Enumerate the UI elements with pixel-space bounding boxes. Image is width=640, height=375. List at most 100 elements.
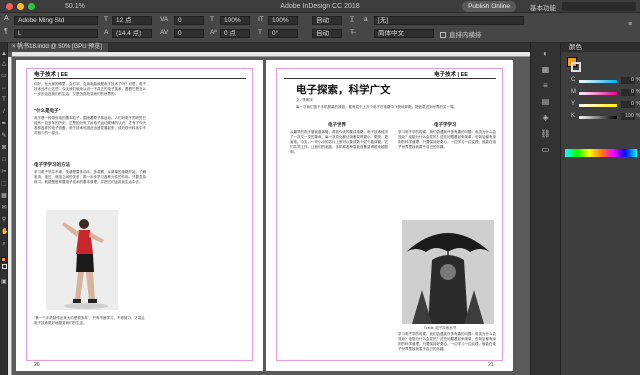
- color-panel-tab[interactable]: 颜色: [561, 43, 640, 52]
- vertical-scale-icon: IT: [258, 16, 264, 23]
- magenta-label: M: [571, 89, 576, 95]
- auto-tracking-select[interactable]: 自动: [312, 29, 342, 38]
- magenta-track[interactable]: [579, 92, 617, 95]
- color-panel-icon[interactable]: ◐: [540, 49, 551, 58]
- checkbox-icon: [440, 32, 446, 39]
- vertical-scale-field[interactable]: 100%: [268, 16, 298, 25]
- font-size-field[interactable]: 12 点: [112, 16, 152, 25]
- character-style-select[interactable]: [无]: [374, 16, 524, 25]
- column-two-text[interactable]: 学习电子学的时候，我们会遇到许多有趣的问题：电流为什么会流动？电阻为什么会发热？…: [398, 130, 498, 214]
- stroke-color-swatch[interactable]: [571, 62, 581, 72]
- dancer-photo[interactable]: [46, 210, 118, 310]
- tracking-icon: VA: [160, 16, 169, 23]
- strikethrough-icon[interactable]: T̶: [350, 29, 354, 36]
- scissors-tool-icon[interactable]: ✂: [1, 169, 7, 175]
- magenta-slider[interactable]: M 0 %: [565, 89, 640, 97]
- cyan-track[interactable]: [579, 80, 617, 83]
- body-text[interactable]: 学习电子学并不难，关键是要多动手、多观察。从简单的电路开始，了解电流、电压、电阻…: [34, 170, 146, 206]
- stroke-panel-icon[interactable]: ≡: [540, 81, 551, 90]
- publish-online-button[interactable]: Publish Online: [462, 1, 516, 12]
- black-value[interactable]: 100: [621, 113, 635, 120]
- line-tool-icon[interactable]: /: [1, 109, 7, 115]
- gap-tool-icon[interactable]: ↔: [1, 85, 7, 91]
- panel-menu-icon[interactable]: ≡: [628, 21, 632, 28]
- maximize-window-button[interactable]: [28, 2, 35, 10]
- close-window-button[interactable]: [6, 2, 13, 10]
- skew-icon: T: [258, 29, 262, 36]
- links-panel-icon[interactable]: ⛓: [540, 129, 551, 138]
- document-tab[interactable]: × 帆书18.indd @ 50% [GPU 预览]: [8, 43, 108, 52]
- left-page[interactable]: 电子技术 | EE 你好，在大家的眼里，会打字、会用电脑就是电子技术了吗？可是，…: [16, 60, 263, 371]
- header-rule: [284, 78, 496, 79]
- baseline-shift-field[interactable]: 0 点: [220, 29, 250, 38]
- paragraph-mode-icon[interactable]: ¶: [4, 28, 8, 35]
- auto-leading-select[interactable]: 自动: [312, 16, 342, 25]
- vertical-ruler[interactable]: [8, 57, 12, 375]
- font-style-select[interactable]: L: [14, 29, 98, 38]
- font-family-select[interactable]: Adobe Ming Std: [14, 16, 98, 25]
- pencil-tool-icon[interactable]: ✎: [1, 133, 7, 139]
- dancer-illustration: [46, 210, 118, 310]
- eyedropper-tool-icon[interactable]: ⚲: [1, 217, 7, 223]
- section-heading: "什么是电子": [34, 108, 61, 113]
- right-page[interactable]: 电子技术 | EE 电子探索，科学广文 文 / 李明宇 每一次我们按下手机屏幕的…: [266, 60, 513, 371]
- type-tool-icon[interactable]: T: [1, 97, 7, 103]
- character-mode-icon[interactable]: A: [4, 15, 9, 22]
- leading-field[interactable]: (14.4 点): [112, 29, 152, 38]
- umbrella-photo[interactable]: [402, 220, 494, 324]
- skew-field[interactable]: 0°: [268, 29, 298, 38]
- tracking-field[interactable]: 0: [174, 16, 204, 25]
- article-title[interactable]: 电子探索，科学广文: [296, 82, 391, 97]
- column-heading: 电子世界: [328, 122, 346, 127]
- pages-panel-icon[interactable]: ▭: [540, 145, 551, 154]
- column-one-text[interactable]: 从最早的电子管到晶体管，再到今天的集成电路，电子技术经历了一次又一次的革命。每一…: [290, 130, 390, 354]
- minimize-window-button[interactable]: [17, 2, 24, 10]
- free-transform-tool-icon[interactable]: ⬚: [1, 181, 7, 187]
- rectangle-tool-icon[interactable]: □: [1, 157, 7, 163]
- workspace-switcher[interactable]: 基本功能: [530, 2, 556, 12]
- direct-selection-tool-icon[interactable]: △: [1, 61, 7, 67]
- layers-panel-icon[interactable]: ◈: [540, 113, 551, 122]
- horizontal-scale-field[interactable]: 100%: [220, 16, 250, 25]
- intro-text[interactable]: 你好，在大家的眼里，会打字、会用电脑就是电子技术了吗？可是，电子技术远不止这些。…: [34, 82, 146, 104]
- stock-search-input[interactable]: [562, 2, 636, 11]
- gradient-tool-icon[interactable]: ▦: [1, 193, 7, 199]
- underline-icon[interactable]: T̲: [350, 16, 354, 23]
- pen-tool-icon[interactable]: ✒: [1, 121, 7, 127]
- cyan-label: C: [571, 77, 576, 83]
- black-slider[interactable]: K 100 %: [565, 113, 640, 121]
- document-tab-label: 帆书18.indd @ 50% [GPU 预览]: [17, 44, 102, 50]
- column-two-continued[interactable]: 学习电子学的时候，我们会遇到许多有趣的问题：电流为什么会流动？电阻为什么会发热？…: [398, 332, 498, 354]
- note-tool-icon[interactable]: ✉: [1, 205, 7, 211]
- hand-tool-icon[interactable]: ✋: [1, 229, 8, 235]
- preview-mode-icon[interactable]: ▣: [1, 279, 7, 285]
- photo-caption[interactable]: "第一个手机制作出来大约是很多年"，只有不断学习，不停努力，才能让电子技术更好地…: [34, 316, 146, 330]
- running-header: 电子技术 | EE: [34, 72, 68, 78]
- yellow-value[interactable]: 0: [621, 101, 635, 108]
- yellow-slider[interactable]: Y 0 %: [565, 101, 640, 109]
- color-spectrum-bar[interactable]: [565, 149, 637, 157]
- gradient-panel-icon[interactable]: ▤: [540, 97, 551, 106]
- color-panel: 颜色 C 0 % M 0 % Y 0 % K 100 %: [560, 43, 640, 375]
- magenta-value[interactable]: 0: [621, 89, 635, 96]
- running-header: 电子技术 | EE: [434, 72, 468, 78]
- cyan-slider[interactable]: C 0 %: [565, 77, 640, 85]
- horizontal-ruler[interactable]: [12, 52, 530, 57]
- language-select[interactable]: 简体中文: [374, 29, 434, 38]
- selection-tool-icon[interactable]: ▲: [1, 51, 7, 57]
- body-text[interactable]: 电子是一种带负电的基本粒子，围绕着原子核运动。人们对电子的研究已经有一百多年的历…: [34, 116, 146, 158]
- page-tool-icon[interactable]: ▭: [1, 73, 7, 79]
- black-track[interactable]: [579, 116, 617, 119]
- yellow-track[interactable]: [579, 104, 617, 107]
- kerning-field[interactable]: 0: [174, 29, 204, 38]
- article-intro[interactable]: 每一次我们按下手机屏幕的按钮，都有成千上万个电子在电路中飞快地奔跑，把信息送到世…: [296, 105, 494, 115]
- fill-swatch[interactable]: [1, 257, 6, 262]
- horizontal-scale-icon: T: [210, 16, 214, 23]
- zoom-tool-icon[interactable]: ⌕: [1, 241, 7, 247]
- cyan-value[interactable]: 0: [621, 77, 635, 84]
- stroke-swatch[interactable]: [2, 264, 7, 269]
- rectangle-frame-tool-icon[interactable]: ⊠: [1, 145, 7, 151]
- zoom-level[interactable]: 50.1%: [65, 3, 85, 10]
- swatches-panel-icon[interactable]: ▦: [540, 65, 551, 74]
- direct-horizontal-checkbox[interactable]: 直排内横排: [440, 29, 482, 39]
